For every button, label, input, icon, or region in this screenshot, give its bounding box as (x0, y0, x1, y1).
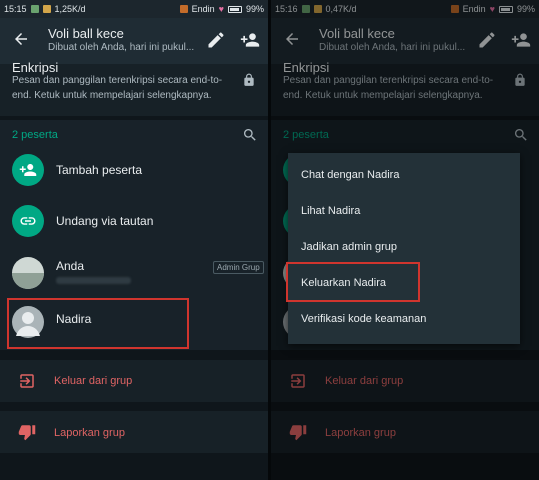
participants-count: 2 peserta (12, 129, 58, 141)
group-title: Voli ball kece (48, 26, 124, 41)
lock-icon (244, 73, 254, 86)
battery-icon (227, 5, 242, 13)
add-participant-avatar (12, 154, 44, 186)
menu-item-view[interactable]: Lihat Nadira (288, 195, 520, 231)
menu-item-label: Jadikan admin grup (301, 241, 398, 253)
highlight-box (7, 298, 189, 349)
add-person-icon (19, 164, 37, 176)
member-status-blurred (56, 277, 131, 284)
add-participant-row[interactable]: Tambah peserta (0, 146, 268, 194)
link-icon (20, 217, 36, 225)
member-context-menu: Chat dengan Nadira Lihat Nadira Jadikan … (288, 153, 520, 344)
app-bar: Voli ball kece Dibuat oleh Anda, hari in… (0, 18, 268, 64)
group-subtitle: Dibuat oleh Anda, hari ini pukul... (48, 42, 195, 53)
notification-icon (179, 5, 188, 13)
menu-item-verify-security[interactable]: Verifikasi kode keamanan (288, 303, 520, 339)
admin-badge: Admin Grup (213, 261, 264, 274)
encryption-description: Pesan dan panggilan terenkripsi secara e… (12, 75, 223, 101)
thumbs-down-icon (18, 425, 36, 441)
menu-item-label: Verifikasi kode keamanan (301, 313, 427, 325)
back-arrow-icon[interactable] (12, 30, 30, 48)
notification-icon (30, 5, 39, 13)
report-group-row[interactable] (0, 411, 268, 453)
edit-icon[interactable] (206, 30, 226, 50)
member-name: Anda (56, 259, 85, 273)
notification-icon (42, 5, 51, 13)
invite-link-label: Undang via tautan (56, 214, 154, 228)
right-screen: 15:16 0,47K/d Endin ♥ 99% Voli ball kece … (271, 0, 539, 480)
avatar (12, 257, 44, 289)
status-bar: 15:15 1,25K/d Endin ♥ 99% (0, 0, 268, 18)
exit-group-label: Keluar dari grup (54, 375, 133, 387)
add-participant-label: Tambah peserta (56, 163, 143, 177)
search-icon[interactable] (242, 127, 258, 143)
battery-level: 99% (245, 4, 264, 14)
heart-icon: ♥ (218, 4, 224, 14)
menu-item-chat[interactable]: Chat dengan Nadira (288, 159, 520, 195)
menu-item-label: Lihat Nadira (301, 205, 361, 217)
invite-link-row[interactable]: Undang via tautan (0, 197, 268, 245)
exit-group-row[interactable] (0, 360, 268, 402)
report-group-label: Laporkan grup (54, 427, 125, 439)
operator-name: Endin (191, 4, 215, 14)
exit-icon (20, 374, 34, 388)
left-screen: 15:15 1,25K/d Endin ♥ 99% Voli ball kece … (0, 0, 268, 480)
highlight-box (286, 262, 420, 302)
clock: 15:15 (4, 4, 27, 14)
invite-link-avatar (12, 205, 44, 237)
menu-item-label: Chat dengan Nadira (301, 169, 400, 181)
add-person-icon[interactable] (240, 30, 260, 50)
network-speed: 1,25K/d (54, 4, 86, 14)
